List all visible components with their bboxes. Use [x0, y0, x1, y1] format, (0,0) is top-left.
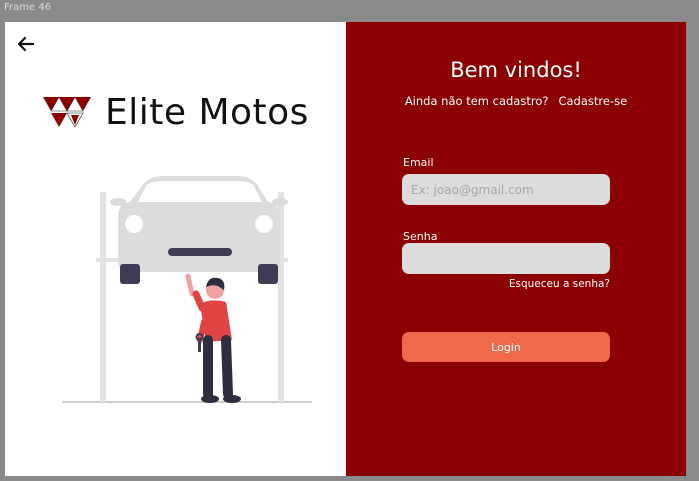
signup-question: Ainda não tem cadastro?	[404, 94, 549, 108]
email-label: Email	[403, 156, 434, 169]
password-field[interactable]	[402, 243, 610, 274]
password-label: Senha	[403, 230, 438, 243]
forgot-password-link[interactable]: Esqueceu a senha?	[509, 278, 610, 290]
brand: Elite Motos	[43, 92, 309, 133]
signup-prompt: Ainda não tem cadastro? Cadastre-se	[346, 94, 686, 108]
login-frame: Elite Motos Bem vindos! Ainda não tem ca…	[5, 22, 686, 476]
arrow-left-icon	[17, 36, 35, 52]
mechanic-under-car-lift-illustration	[62, 176, 312, 403]
signup-link[interactable]: Cadastre-se	[558, 94, 627, 108]
branding-panel: Elite Motos	[5, 22, 346, 476]
login-button[interactable]: Login	[402, 332, 610, 362]
triangles-logo-icon	[43, 95, 91, 128]
welcome-title: Bem vindos!	[450, 58, 582, 82]
back-button[interactable]	[15, 34, 37, 54]
email-field[interactable]	[402, 174, 610, 205]
frame-label: Frame 46	[4, 2, 52, 13]
brand-name: Elite Motos	[105, 92, 309, 133]
login-panel: Bem vindos! Ainda não tem cadastro? Cadas…	[346, 22, 686, 476]
